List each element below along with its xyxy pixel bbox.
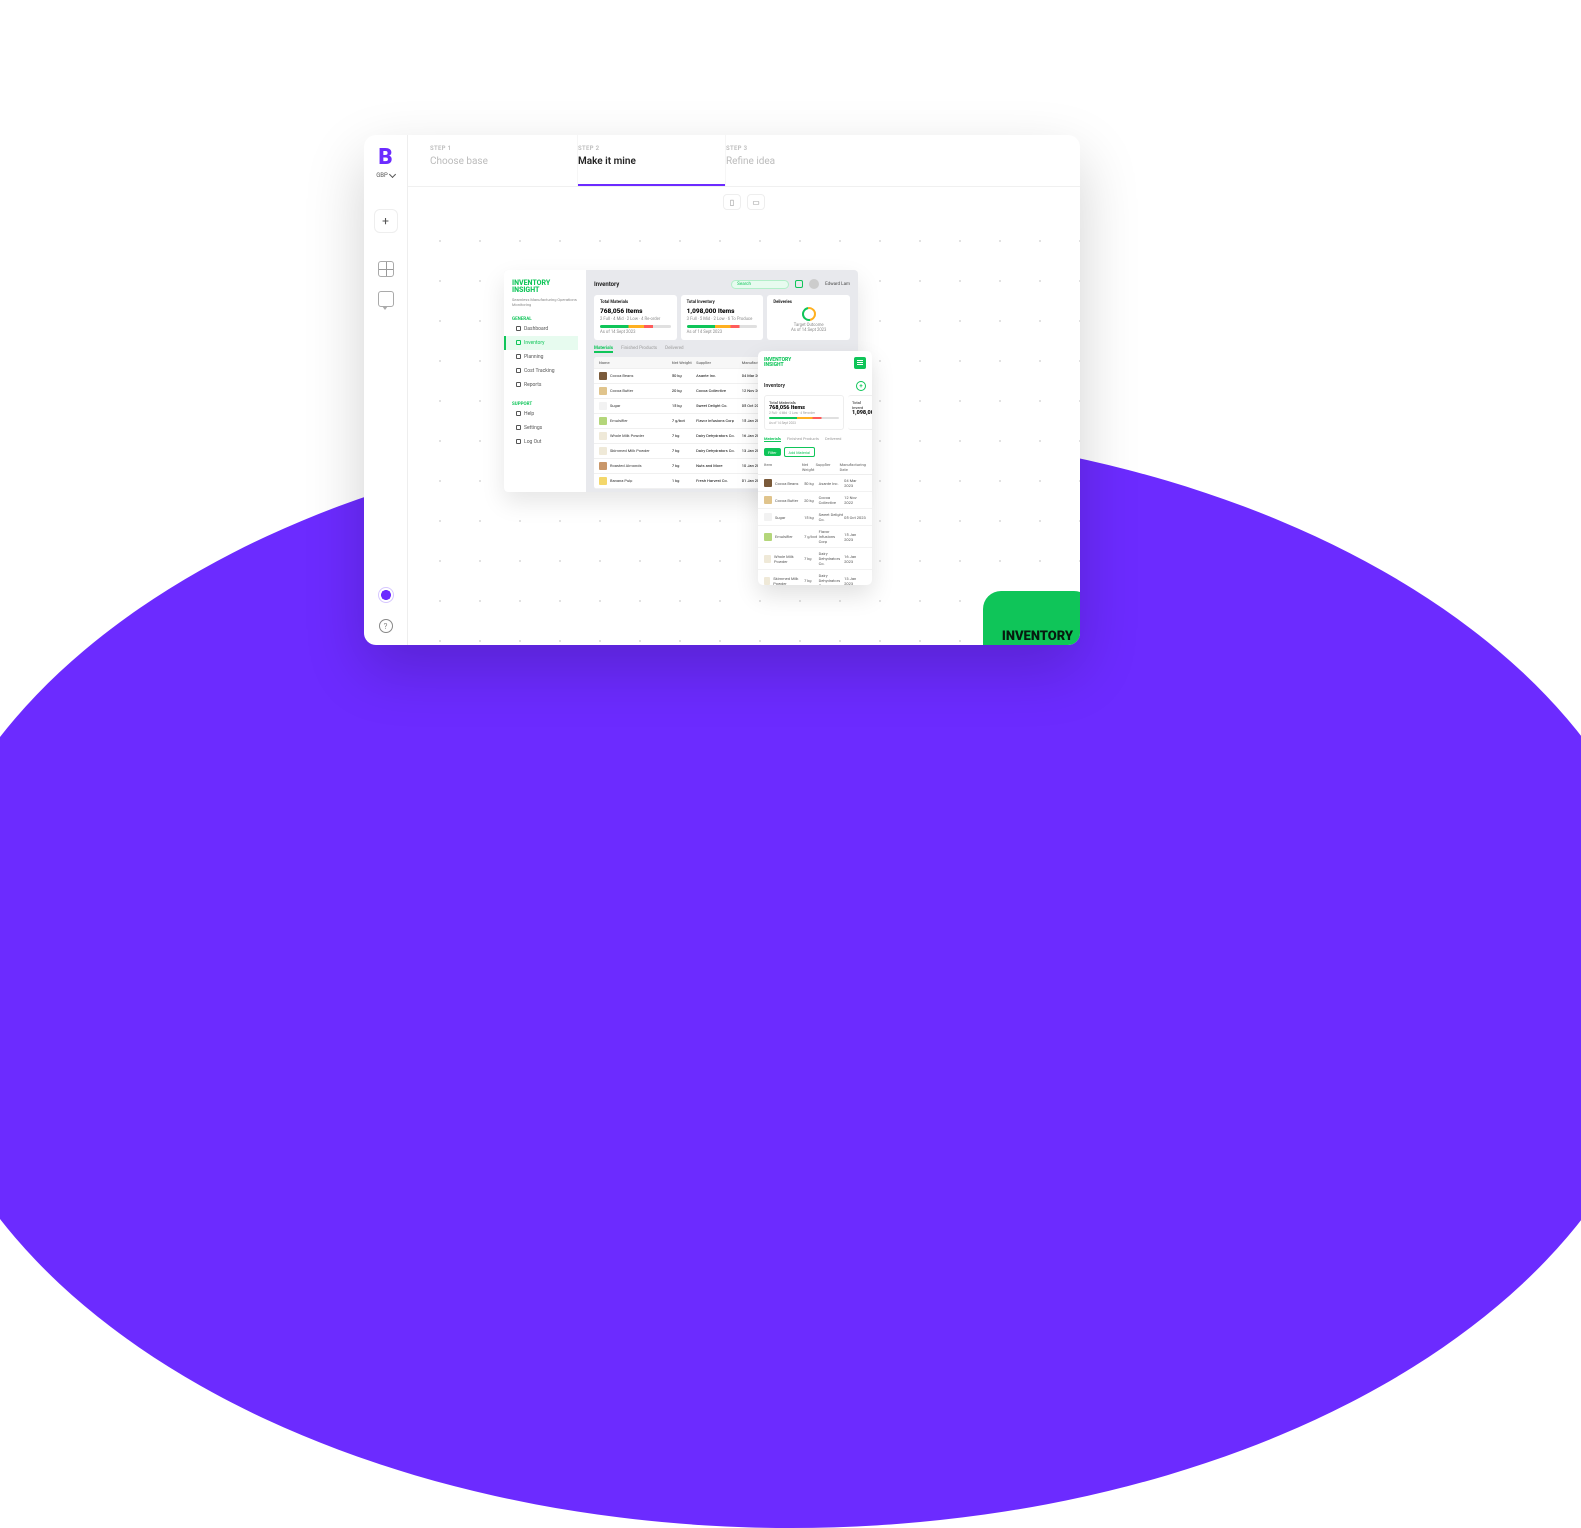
help-icon[interactable]: ? (379, 619, 393, 633)
card-deliveries: Deliveries Target Outcome As of 14 Sept … (767, 295, 850, 340)
chat-icon[interactable] (378, 291, 394, 307)
nav-planning[interactable]: Planning (512, 350, 578, 364)
item-thumb-icon (599, 432, 607, 440)
item-thumb-icon (599, 447, 607, 455)
mobile-brand: INVENTORYINSIGHT (764, 358, 791, 369)
mobile-table: ItemNet WeightSupplierManufacturing Date… (758, 460, 872, 585)
nav-inventory[interactable]: Inventory (504, 336, 578, 350)
preview-user: Edward Lam (825, 282, 850, 287)
step-1[interactable]: STEP 1 Choose base (430, 135, 578, 186)
preview-sidebar: INVENTORYINSIGHT Seamless Manufacturing … (504, 270, 586, 492)
preview-search[interactable]: Search (731, 280, 789, 289)
item-thumb-icon (764, 555, 771, 563)
item-thumb-icon (599, 372, 607, 380)
mobile-title: Inventory (764, 383, 785, 389)
item-thumb-icon (764, 479, 772, 487)
item-thumb-icon (599, 387, 607, 395)
nav-cost-tracking[interactable]: Cost Tracking (512, 364, 578, 378)
step-3[interactable]: STEP 3 Refine idea (726, 135, 874, 186)
left-rail: B GBP + ? (364, 135, 408, 645)
theme-toggle-icon[interactable] (378, 587, 394, 603)
inventory-icon (516, 340, 521, 345)
nav-help[interactable]: Help (512, 407, 578, 421)
planning-icon (516, 354, 521, 359)
tab-finished[interactable]: Finished Products (621, 346, 657, 351)
step-label: Refine idea (726, 156, 874, 167)
mobile-card-materials: Total Materials 768,056 Items 2 Full · 4… (764, 395, 844, 430)
tab-delivered[interactable]: Delivered (825, 436, 841, 442)
preview-title: Inventory (594, 281, 725, 288)
item-thumb-icon (764, 496, 772, 504)
tab-materials[interactable]: Materials (764, 436, 781, 442)
settings-icon (516, 425, 521, 430)
item-thumb-icon (599, 462, 607, 470)
app-logo-card[interactable]: INVENTORYINSIGHT (983, 591, 1080, 645)
avatar-icon[interactable] (809, 279, 819, 289)
item-thumb-icon (764, 513, 772, 521)
step-label: Choose base (430, 156, 577, 167)
app-window: B GBP + ? STEP 1 Choose base STEP 2 Make… (364, 135, 1080, 645)
add-icon[interactable]: + (856, 381, 866, 391)
tab-finished[interactable]: Finished Products (787, 436, 819, 442)
desktop-view-button[interactable]: ▭ (747, 194, 765, 210)
mobile-tabs: Materials Finished Products Delivered (758, 430, 872, 444)
add-button[interactable]: + (374, 209, 398, 233)
nav-dashboard[interactable]: Dashboard (512, 322, 578, 336)
logout-icon (516, 439, 521, 444)
nav-logout[interactable]: Log Out (512, 435, 578, 449)
brand-logo: B (378, 145, 392, 170)
bell-icon[interactable] (795, 280, 803, 288)
table-row[interactable]: Cocoa Butter20 kgCocoa Collective12 Nov … (758, 492, 872, 509)
table-row[interactable]: Emulsifier7 g/botFlavor Infusions Corp15… (758, 526, 872, 548)
nav-settings[interactable]: Settings (512, 421, 578, 435)
hamburger-icon[interactable] (854, 357, 866, 369)
design-canvas[interactable]: INVENTORYINSIGHT Seamless Manufacturing … (408, 217, 1080, 645)
step-number: STEP 1 (430, 145, 577, 152)
dashboard-icon (516, 326, 521, 331)
tab-delivered[interactable]: Delivered (665, 346, 683, 351)
preview-brand: INVENTORYINSIGHT (512, 280, 578, 295)
card-total-materials: Total Materials 768,056 Items 2 Full · 4… (594, 295, 677, 340)
progress-ring-icon (799, 304, 818, 323)
item-thumb-icon (599, 417, 607, 425)
preview-tagline: Seamless Manufacturing Operations Monito… (512, 297, 578, 307)
table-row[interactable]: Sugar15 kgSweet Delight Co.05 Oct 2023 (758, 509, 872, 526)
step-label: Make it mine (578, 156, 725, 167)
table-row[interactable]: Whole Milk Powder7 kgDairy Dehydrators C… (758, 548, 872, 570)
table-header: ItemNet WeightSupplierManufacturing Date (758, 460, 872, 475)
help-nav-icon (516, 411, 521, 416)
mobile-preview[interactable]: INVENTORYINSIGHT Inventory + Total Mater… (758, 351, 872, 585)
step-number: STEP 2 (578, 145, 725, 152)
mobile-card-inventory: Total Invent 1,098,000 (848, 395, 872, 430)
item-thumb-icon (599, 402, 607, 410)
step-2[interactable]: STEP 2 Make it mine (578, 135, 726, 186)
reports-icon (516, 382, 521, 387)
step-tabs: STEP 1 Choose base STEP 2 Make it mine S… (408, 135, 1080, 187)
card-total-inventory: Total Inventory 1,098,000 Items 3 Full ·… (681, 295, 764, 340)
currency-selector[interactable]: GBP (376, 172, 395, 179)
chevron-down-icon (389, 171, 396, 178)
item-thumb-icon (764, 533, 772, 541)
add-material-button[interactable]: Add Material (784, 447, 816, 457)
main-panel: STEP 1 Choose base STEP 2 Make it mine S… (408, 135, 1080, 645)
table-row[interactable]: Skimmed Milk Powder7 kgDairy Dehydrators… (758, 570, 872, 585)
item-thumb-icon (599, 477, 607, 485)
filter-button[interactable]: Filter (764, 448, 781, 456)
tab-materials[interactable]: Materials (594, 346, 613, 351)
currency-label: GBP (376, 172, 388, 179)
apps-icon[interactable] (378, 261, 394, 277)
logo-text: INVENTORYINSIGHT (1002, 630, 1073, 645)
nav-reports[interactable]: Reports (512, 378, 578, 392)
step-number: STEP 3 (726, 145, 874, 152)
viewport-switcher: ▯ ▭ (408, 187, 1080, 217)
cost-icon (516, 368, 521, 373)
item-thumb-icon (764, 577, 770, 585)
table-row[interactable]: Cocoa Beans50 kgAsante Inc.04 Mar 2023 (758, 475, 872, 492)
mobile-view-button[interactable]: ▯ (723, 194, 741, 210)
